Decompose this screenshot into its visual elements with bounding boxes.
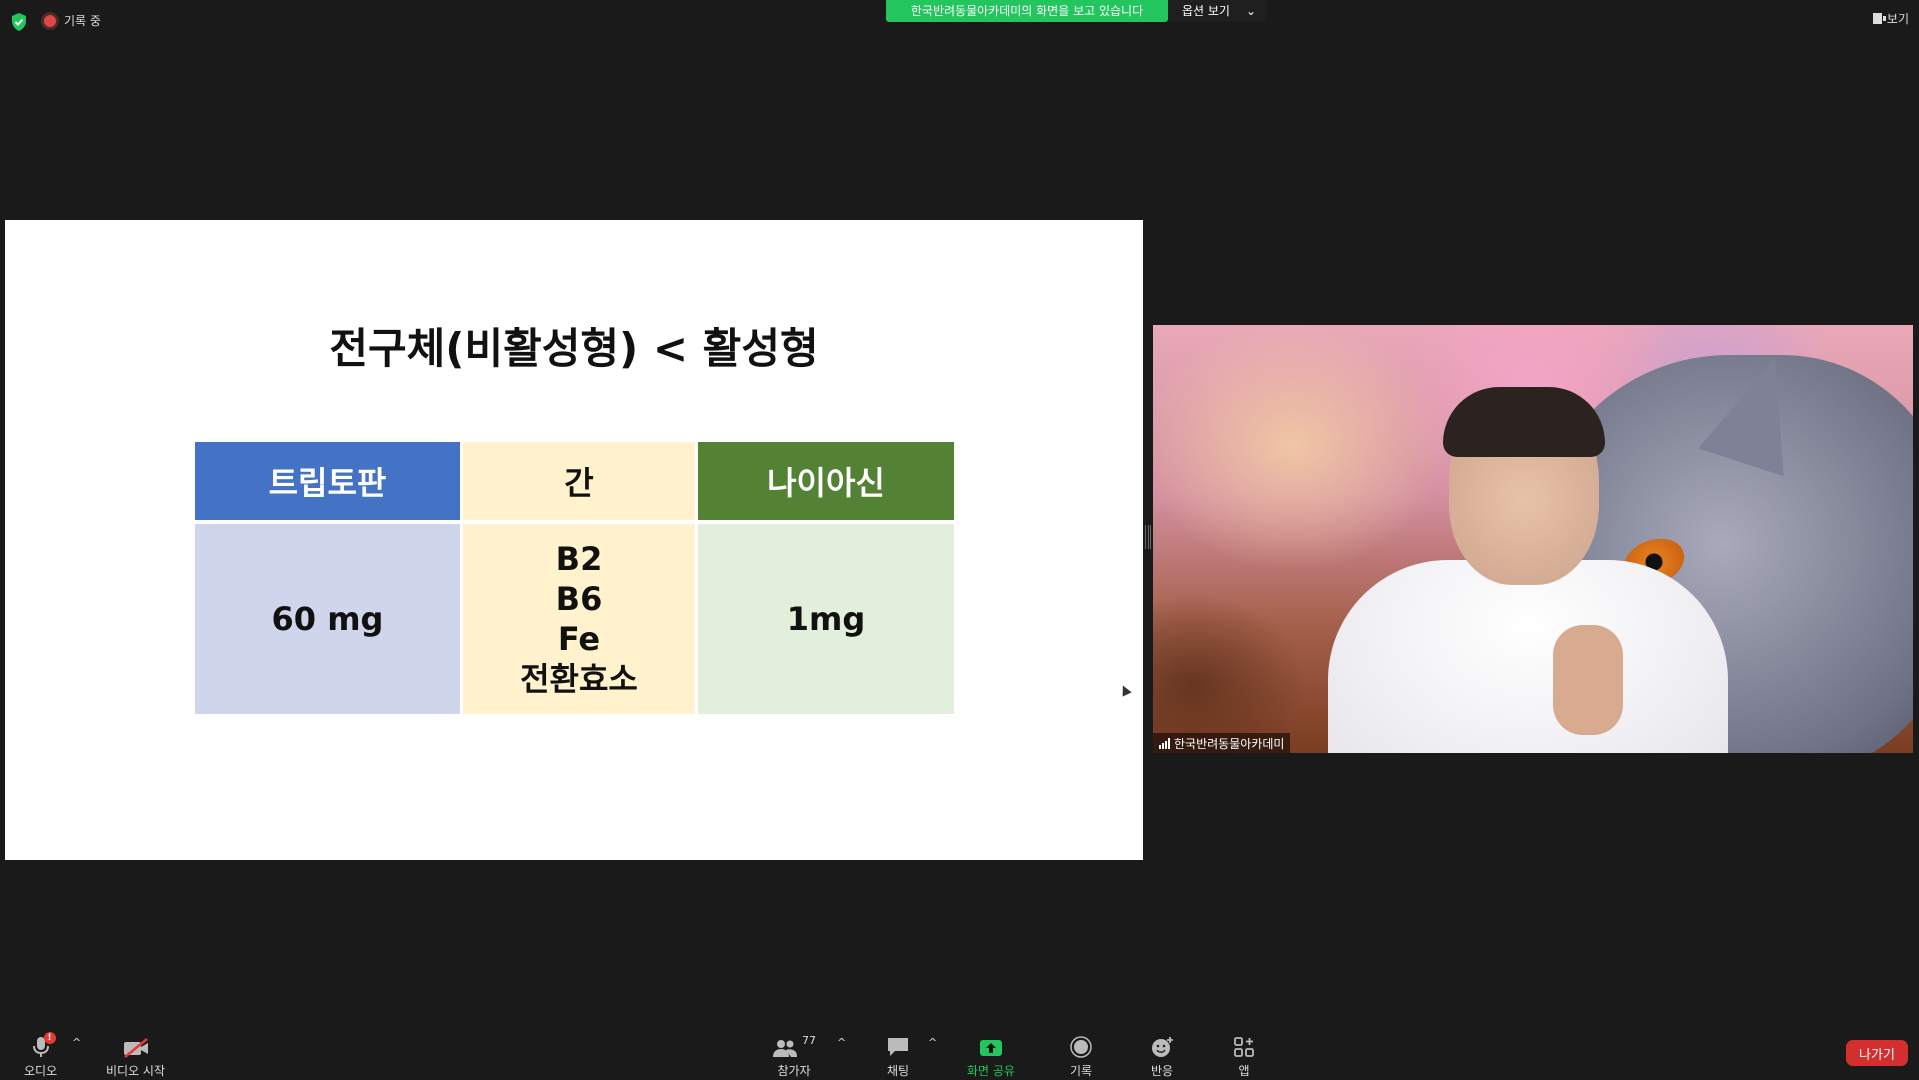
- header-tryptophan: 트립토판: [195, 442, 460, 520]
- view-options-button[interactable]: 옵션 보기 ⌄: [1168, 0, 1266, 22]
- chevron-down-icon: ⌄: [1245, 4, 1257, 18]
- view-layout-icon: [1872, 13, 1886, 24]
- cell-tryptophan-amount: 60 mg: [195, 524, 460, 714]
- participants-icon: [773, 1040, 797, 1057]
- start-video-label: 비디오 시작: [106, 1064, 166, 1078]
- share-screen-button[interactable]: 화면 공유: [967, 1034, 1015, 1079]
- chat-label: 채팅: [886, 1064, 910, 1078]
- participants-options-caret[interactable]: ^: [837, 1036, 846, 1049]
- cell-niacin-amount: 1mg: [698, 524, 954, 714]
- slide-title: 전구체(비활성형) < 활성형: [329, 324, 819, 373]
- participants-label: 참가자: [777, 1064, 811, 1078]
- header-liver: 간: [463, 442, 695, 520]
- participant-name: 한국반려동물아카데미: [1174, 736, 1285, 751]
- cofactor-item: Fe: [557, 620, 601, 658]
- security-shield-icon[interactable]: [10, 12, 28, 32]
- apps-button[interactable]: 앱: [1233, 1034, 1255, 1079]
- participant-name-tag: 한국반려동물아카데미: [1153, 733, 1291, 753]
- cofactor-item: B6: [555, 580, 603, 618]
- participants-button[interactable]: 77 참가자: [772, 1034, 816, 1079]
- speaker-hair: [1443, 387, 1605, 457]
- participants-count: 77: [802, 1034, 816, 1047]
- record-icon: [44, 14, 56, 27]
- audio-warning-badge: !: [43, 1032, 56, 1044]
- record-button[interactable]: 기록: [1070, 1034, 1092, 1079]
- recording-label: 기록 중: [64, 14, 101, 28]
- emoji-plus-icon: [1152, 1037, 1173, 1057]
- header-niacin: 나이아신: [698, 442, 954, 520]
- speaker-hand: [1553, 625, 1623, 735]
- view-button-label: 보기: [1886, 12, 1909, 26]
- chat-options-caret[interactable]: ^: [928, 1036, 937, 1049]
- reactions-label: 반응: [1150, 1064, 1174, 1078]
- recording-indicator[interactable]: 기록 중: [44, 12, 101, 29]
- audio-label: 오디오: [24, 1064, 58, 1078]
- participant-video[interactable]: 한국반려동물아카데미: [1153, 325, 1913, 753]
- viewing-banner: 한국반려동물아카데미의 화면을 보고 있습니다: [886, 0, 1168, 22]
- cofactor-item: B2: [555, 540, 603, 578]
- cofactor-item: 전환효소: [520, 660, 638, 698]
- video-off-icon: [123, 1038, 148, 1058]
- record-icon: [1070, 1036, 1092, 1058]
- apps-icon: [1234, 1037, 1254, 1057]
- cell-cofactors: B2 B6 Fe 전환효소: [463, 524, 695, 714]
- audio-options-caret[interactable]: ^: [72, 1036, 81, 1049]
- apps-label: 앱: [1238, 1064, 1250, 1078]
- reactions-button[interactable]: 반응: [1150, 1034, 1174, 1079]
- share-screen-label: 화면 공유: [967, 1064, 1015, 1078]
- leave-meeting-button[interactable]: 나가기: [1846, 1040, 1908, 1066]
- mouse-pointer-icon: [1118, 683, 1132, 697]
- signal-strength-icon: [1159, 737, 1170, 749]
- share-screen-icon: [979, 1040, 1002, 1056]
- record-label: 기록: [1070, 1064, 1093, 1078]
- split-handle[interactable]: [1145, 525, 1152, 549]
- audio-button[interactable]: ! 오디오: [24, 1032, 58, 1079]
- start-video-button[interactable]: 비디오 시작: [106, 1034, 165, 1079]
- chat-button[interactable]: 채팅: [886, 1034, 910, 1079]
- view-options-label: 옵션 보기: [1182, 4, 1230, 18]
- shared-screen[interactable]: 전구체(비활성형) < 활성형 트립토판 간 나이아신 60 mg B2 B6 …: [5, 220, 1143, 860]
- view-button[interactable]: 보기: [1872, 10, 1909, 27]
- speaker-body: [1328, 560, 1728, 753]
- chat-icon: [888, 1038, 908, 1056]
